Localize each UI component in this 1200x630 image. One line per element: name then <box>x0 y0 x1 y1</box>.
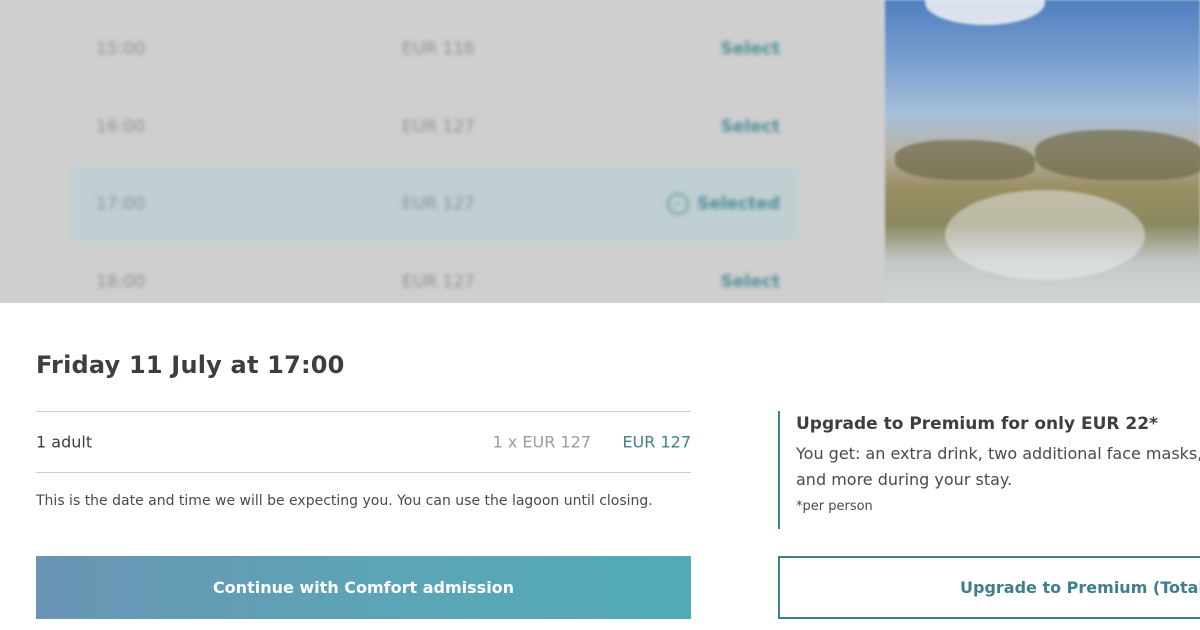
line-item-row: 1 adult 1 x EUR 127 EUR 127 <box>36 411 691 473</box>
rock-shape <box>1035 130 1200 180</box>
line-total: EUR 127 <box>622 432 691 452</box>
steam-shape <box>945 190 1145 280</box>
background-overlay: 15:00 EUR 116 Select 16:00 EUR 127 Selec… <box>0 0 1200 303</box>
time-slot-row[interactable]: 16:00 EUR 127 Select <box>72 89 798 165</box>
slot-price: EUR 127 <box>402 194 475 214</box>
select-button[interactable]: Select <box>721 117 780 137</box>
time-slot-row[interactable]: 18:00 EUR 127 Select <box>72 244 798 303</box>
upgrade-description: You get: an extra drink, two additional … <box>796 444 1200 489</box>
selected-label: Selected <box>696 194 780 214</box>
slot-time: 17:00 <box>96 194 145 214</box>
slot-time: 15:00 <box>96 39 145 59</box>
upgrade-premium-button[interactable]: Upgrade to Premium (Total: EUR 149) <box>778 556 1200 619</box>
arrival-note: This is the date and time we will be exp… <box>36 493 653 509</box>
ticket-quantity: 1 adult <box>36 432 93 452</box>
page-title: Friday 11 July at 17:00 <box>36 351 345 379</box>
select-button[interactable]: Select <box>721 272 780 292</box>
slot-price: EUR 116 <box>402 39 475 59</box>
unit-price: 1 x EUR 127 <box>492 432 591 452</box>
lagoon-photo <box>885 0 1200 303</box>
check-circle-icon: ✓ <box>666 193 689 215</box>
time-slot-list: 15:00 EUR 116 Select 16:00 EUR 127 Selec… <box>0 0 885 303</box>
upgrade-footnote: *per person <box>796 499 873 514</box>
time-slot-row-selected[interactable]: 17:00 EUR 127 ✓ Selected <box>72 166 798 242</box>
select-button[interactable]: Select <box>721 39 780 59</box>
slot-time: 18:00 <box>96 272 145 292</box>
selected-indicator[interactable]: ✓ Selected <box>666 193 780 215</box>
upgrade-offer: Upgrade to Premium for only EUR 22* You … <box>778 411 1200 529</box>
slot-time: 16:00 <box>96 117 145 137</box>
slot-price: EUR 127 <box>402 272 475 292</box>
time-slot-row[interactable]: 15:00 EUR 116 Select <box>72 11 798 87</box>
slot-price: EUR 127 <box>402 117 475 137</box>
rock-shape <box>895 140 1035 180</box>
cloud-shape <box>925 0 1045 25</box>
continue-comfort-button[interactable]: Continue with Comfort admission <box>36 556 691 619</box>
upgrade-title: Upgrade to Premium for only EUR 22* <box>796 414 1158 434</box>
booking-summary-panel: Friday 11 July at 17:00 1 adult 1 x EUR … <box>0 303 1200 630</box>
